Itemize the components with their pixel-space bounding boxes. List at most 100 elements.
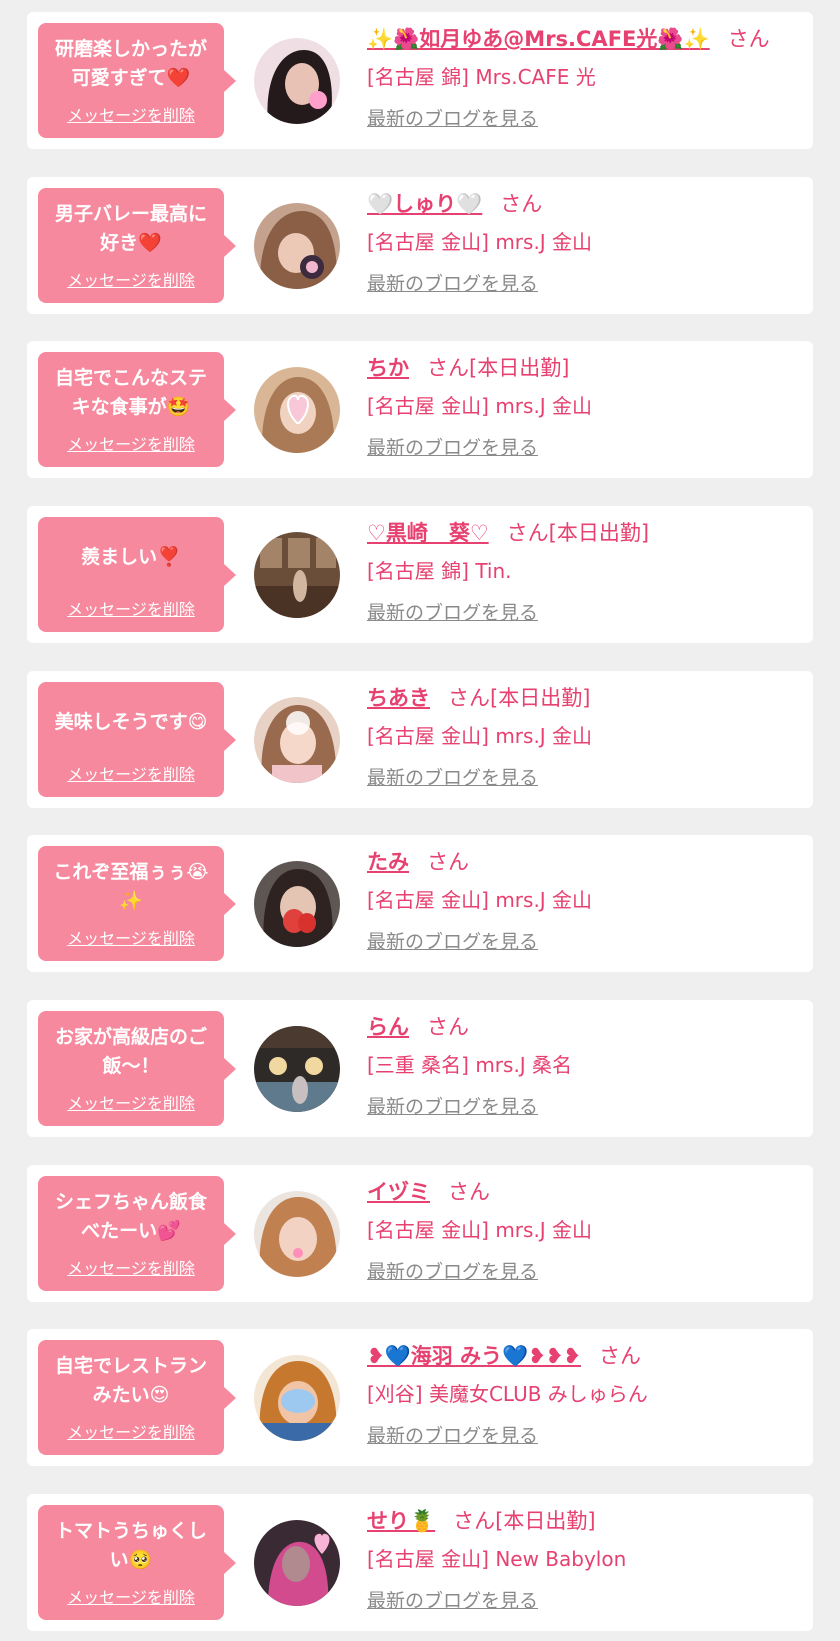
sender-name-link[interactable]: 🤍しゅり🤍 [367,192,482,216]
sender-info: らん さん [三重 桑名] mrs.J 桑名 最新のブログを見る [367,1008,807,1122]
avatar[interactable] [254,1355,340,1441]
sender-info: たみ さん [名古屋 金山] mrs.J 金山 最新のブログを見る [367,843,807,957]
message-text: 自宅でレストランみたい😍 [54,1354,207,1406]
message-card: お家が高級店のご飯〜！ メッセージを削除 らん さん [三重 桑名] mrs.J … [27,1000,813,1137]
shop-label: [刈谷] 美魔女CLUB みしゅらん [367,1382,648,1406]
honorific-label: さん[本日出勤] [448,686,591,710]
message-bubble: トマトうちゅくしい🥺 メッセージを削除 [38,1505,236,1620]
message-text: トマトうちゅくしい🥺 [54,1519,207,1571]
sender-name-link[interactable]: ❥💙海羽 みう💙❥❥❥ [367,1344,581,1368]
avatar[interactable] [254,203,340,289]
sender-name-link[interactable]: イヅミ [367,1180,430,1204]
avatar[interactable] [254,38,340,124]
sender-name-link[interactable]: ちか [367,356,409,380]
sender-name-link[interactable]: らん [367,1015,409,1039]
latest-blog-link[interactable]: 最新のブログを見る [367,598,807,628]
message-text: お家が高級店のご飯〜！ [54,1025,207,1077]
latest-blog-link[interactable]: 最新のブログを見る [367,763,807,793]
latest-blog-link[interactable]: 最新のブログを見る [367,1586,807,1616]
honorific-label: さん [500,192,543,216]
honorific-label: さん [427,850,469,874]
message-text: 羨ましい❣️ [81,546,181,568]
shop-label: [三重 桑名] mrs.J 桑名 [367,1053,573,1077]
latest-blog-link[interactable]: 最新のブログを見る [367,269,807,299]
message-card: トマトうちゅくしい🥺 メッセージを削除 せり🍍 さん[本日出勤] [名古屋 金山]… [27,1494,813,1631]
latest-blog-link[interactable]: 最新のブログを見る [367,1092,807,1122]
latest-blog-link[interactable]: 最新のブログを見る [367,1257,807,1287]
message-text: シェフちゃん飯食べたーい💕 [54,1190,207,1242]
shop-label: [名古屋 金山] mrs.J 金山 [367,230,593,254]
message-bubble: 美味しそうです😋 メッセージを削除 [38,682,236,797]
shop-label: [名古屋 金山] mrs.J 金山 [367,888,593,912]
shop-label: [名古屋 錦] Mrs.CAFE 光 [367,65,596,89]
sender-info: イヅミ さん [名古屋 金山] mrs.J 金山 最新のブログを見る [367,1173,807,1287]
avatar[interactable] [254,861,340,947]
sender-info: せり🍍 さん[本日出勤] [名古屋 金山] New Babylon 最新のブログを… [367,1502,807,1616]
delete-message-link[interactable]: メッセージを削除 [38,431,224,455]
message-card: 美味しそうです😋 メッセージを削除 ちあき さん[本日出勤] [名古屋 金山] m… [27,671,813,808]
delete-message-link[interactable]: メッセージを削除 [38,1090,224,1114]
avatar[interactable] [254,532,340,618]
message-text: 男子バレー最高に好き❤️ [54,202,207,254]
message-card: 研磨楽しかったが可愛すぎて❤️ メッセージを削除 ✨🌺如月ゆあ@Mrs.CAFE… [27,12,813,149]
sender-info: ちあき さん[本日出勤] [名古屋 金山] mrs.J 金山 最新のブログを見る [367,679,807,793]
message-text: 研磨楽しかったが可愛すぎて❤️ [54,37,207,89]
latest-blog-link[interactable]: 最新のブログを見る [367,104,807,134]
sender-info: ♡黒崎 葵♡ さん[本日出勤] [名古屋 錦] Tin. 最新のブログを見る [367,514,807,628]
message-bubble: シェフちゃん飯食べたーい💕 メッセージを削除 [38,1176,236,1291]
avatar[interactable] [254,367,340,453]
sender-info: ✨🌺如月ゆあ@Mrs.CAFE光🌺✨ さん [名古屋 錦] Mrs.CAFE 光 … [367,20,807,134]
sender-info: ちか さん[本日出勤] [名古屋 金山] mrs.J 金山 最新のブログを見る [367,349,807,463]
message-card: 男子バレー最高に好き❤️ メッセージを削除 🤍しゅり🤍 さん [名古屋 金山] m… [27,177,813,314]
honorific-label: さん [427,1015,469,1039]
honorific-label: さん[本日出勤] [427,356,570,380]
message-card: 羨ましい❣️ メッセージを削除 ♡黒崎 葵♡ さん[本日出勤] [名古屋 錦] T… [27,506,813,643]
delete-message-link[interactable]: メッセージを削除 [38,1584,224,1608]
shop-label: [名古屋 金山] New Babylon [367,1547,627,1571]
sender-name-link[interactable]: ✨🌺如月ゆあ@Mrs.CAFE光🌺✨ [367,27,710,51]
message-bubble: 自宅でこんなステキな食事が🤩 メッセージを削除 [38,352,236,467]
sender-name-link[interactable]: ちあき [367,686,430,710]
honorific-label: さん [599,1344,641,1368]
message-card: これぞ至福ぅぅ😭✨ メッセージを削除 たみ さん [名古屋 金山] mrs.J 金… [27,835,813,972]
avatar[interactable] [254,1520,340,1606]
message-list: 研磨楽しかったが可愛すぎて❤️ メッセージを削除 ✨🌺如月ゆあ@Mrs.CAFE… [0,0,840,1641]
honorific-label: さん[本日出勤] [453,1509,596,1533]
sender-info: ❥💙海羽 みう💙❥❥❥ さん [刈谷] 美魔女CLUB みしゅらん 最新のブログを… [367,1337,807,1451]
message-bubble: 研磨楽しかったが可愛すぎて❤️ メッセージを削除 [38,23,236,138]
shop-label: [名古屋 金山] mrs.J 金山 [367,1218,593,1242]
delete-message-link[interactable]: メッセージを削除 [38,761,224,785]
shop-label: [名古屋 錦] Tin. [367,559,512,583]
delete-message-link[interactable]: メッセージを削除 [38,1255,224,1279]
message-text: 美味しそうです😋 [54,711,208,733]
message-bubble: 自宅でレストランみたい😍 メッセージを削除 [38,1340,236,1455]
shop-label: [名古屋 金山] mrs.J 金山 [367,394,593,418]
message-bubble: これぞ至福ぅぅ😭✨ メッセージを削除 [38,846,236,961]
message-card: 自宅でこんなステキな食事が🤩 メッセージを削除 ちか さん[本日出勤] [名古屋 … [27,341,813,478]
delete-message-link[interactable]: メッセージを削除 [38,596,224,620]
delete-message-link[interactable]: メッセージを削除 [38,925,224,949]
message-text: これぞ至福ぅぅ😭✨ [53,860,209,912]
sender-name-link[interactable]: せり🍍 [367,1509,435,1533]
honorific-label: さん [448,1180,490,1204]
sender-name-link[interactable]: ♡黒崎 葵♡ [367,521,489,545]
delete-message-link[interactable]: メッセージを削除 [38,267,224,291]
avatar[interactable] [254,697,340,783]
honorific-label: さん[本日出勤] [506,521,650,545]
shop-label: [名古屋 金山] mrs.J 金山 [367,724,593,748]
avatar[interactable] [254,1026,340,1112]
sender-info: 🤍しゅり🤍 さん [名古屋 金山] mrs.J 金山 最新のブログを見る [367,185,807,299]
message-bubble: お家が高級店のご飯〜！ メッセージを削除 [38,1011,236,1126]
delete-message-link[interactable]: メッセージを削除 [38,1419,224,1443]
message-bubble: 羨ましい❣️ メッセージを削除 [38,517,236,632]
message-card: シェフちゃん飯食べたーい💕 メッセージを削除 イヅミ さん [名古屋 金山] mr… [27,1165,813,1302]
delete-message-link[interactable]: メッセージを削除 [38,102,224,126]
message-text: 自宅でこんなステキな食事が🤩 [54,366,207,418]
message-card: 自宅でレストランみたい😍 メッセージを削除 ❥💙海羽 みう💙❥❥❥ さん [刈谷]… [27,1329,813,1466]
latest-blog-link[interactable]: 最新のブログを見る [367,1421,807,1451]
avatar[interactable] [254,1191,340,1277]
sender-name-link[interactable]: たみ [367,850,409,874]
honorific-label: さん [727,27,770,51]
latest-blog-link[interactable]: 最新のブログを見る [367,433,807,463]
latest-blog-link[interactable]: 最新のブログを見る [367,927,807,957]
